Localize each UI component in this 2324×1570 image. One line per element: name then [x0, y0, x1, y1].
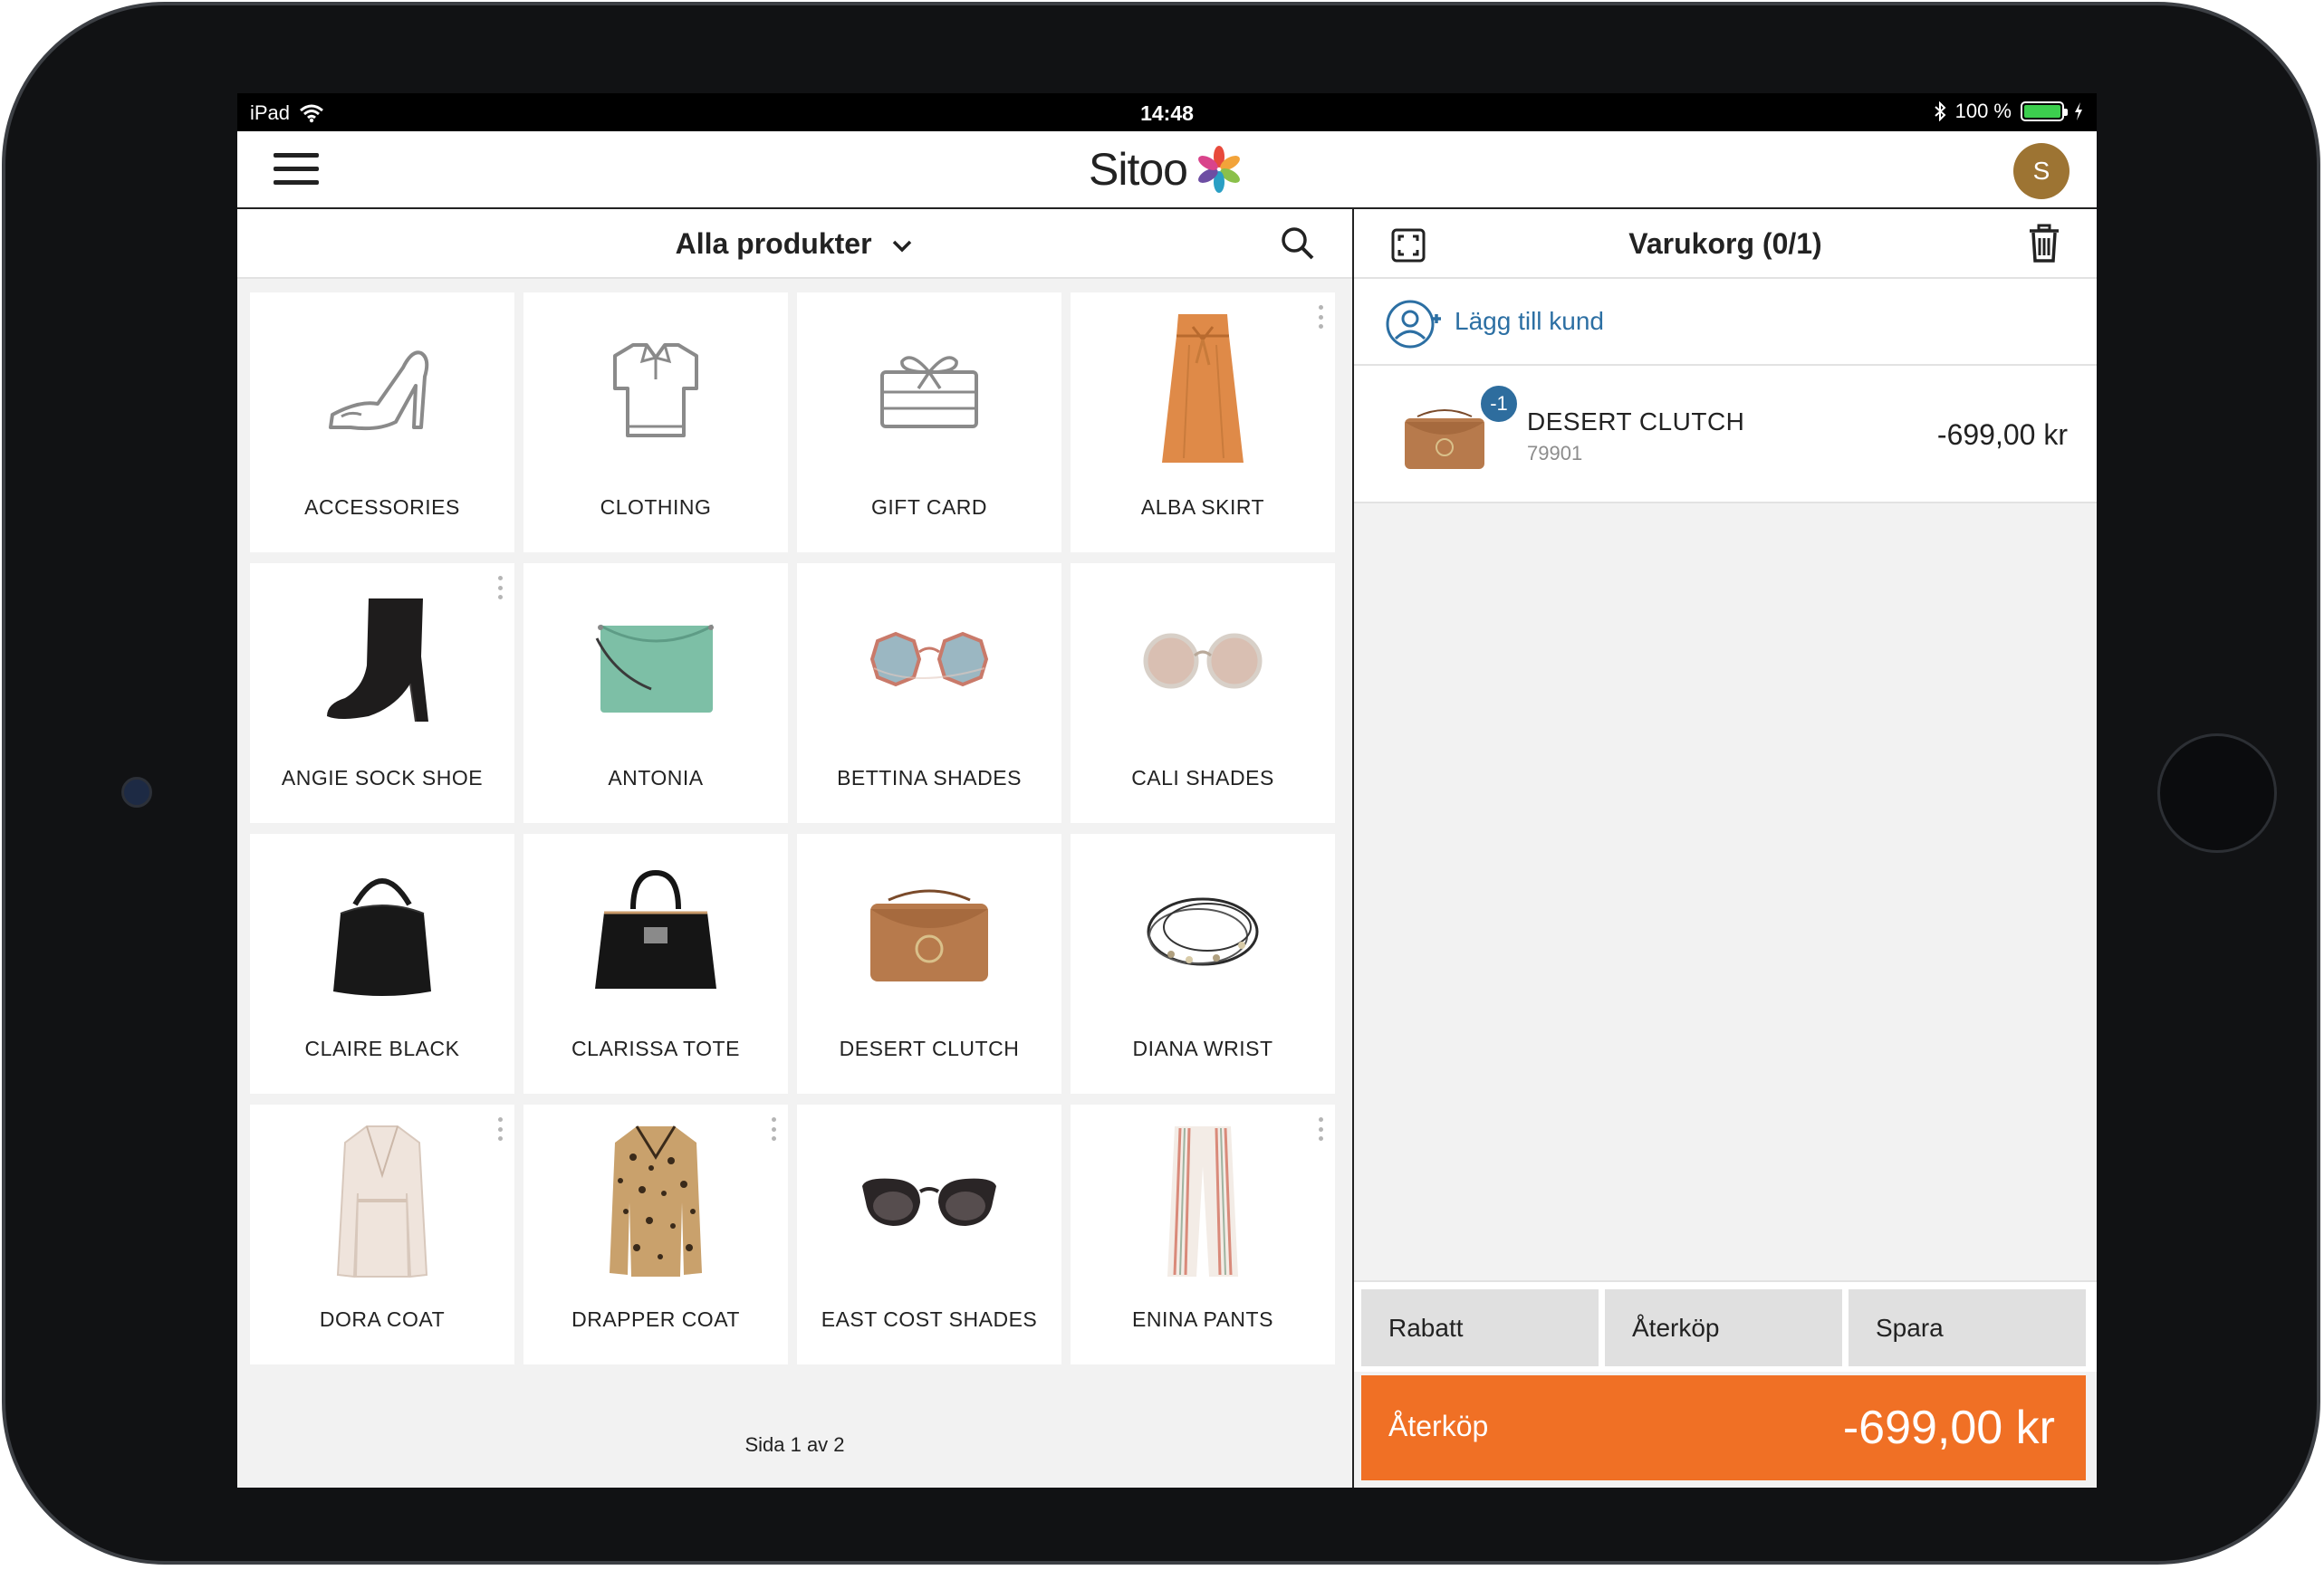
- product-label: ALBA SKIRT: [1140, 495, 1265, 519]
- product-label: BETTINA SHADES: [837, 766, 1022, 790]
- clock: 14:48: [1140, 101, 1194, 125]
- green-bag-icon: [595, 624, 714, 713]
- product-tile[interactable]: CLAIRE BLACK: [250, 834, 514, 1094]
- home-button[interactable]: [2157, 733, 2277, 853]
- cart-title: Varukorg (0/1): [1628, 227, 1822, 260]
- product-tile[interactable]: GIFT CARD: [797, 292, 1061, 552]
- boot-icon: [327, 598, 428, 723]
- add-customer-button[interactable]: Lägg till kund: [1354, 279, 2097, 366]
- chevron-down-icon: [893, 240, 912, 253]
- product-grid: ACCESSORIES CLOTHING GIFT CARD ALBA SKIR…: [250, 292, 1342, 1364]
- cart-pane: Varukorg (0/1) Lägg till kund -1 DESERT …: [1354, 209, 2097, 1488]
- cat-eye-sunglasses-icon: [862, 1178, 996, 1226]
- hobo-bag-icon: [333, 878, 431, 996]
- product-label: DIANA WRIST: [1132, 1037, 1273, 1060]
- product-tile[interactable]: ACCESSORIES: [250, 292, 514, 552]
- discount-button[interactable]: Rabatt: [1361, 1289, 1599, 1366]
- save-button[interactable]: Spara: [1849, 1289, 2086, 1366]
- discount-label: Rabatt: [1388, 1313, 1464, 1342]
- octagon-sunglasses-icon: [869, 631, 989, 687]
- charging-icon: [2075, 102, 2082, 120]
- product-label: DRAPPER COAT: [571, 1307, 740, 1331]
- product-label: CLAIRE BLACK: [304, 1037, 460, 1060]
- product-label: GIFT CARD: [870, 495, 988, 519]
- leopard-coat-icon: [610, 1125, 702, 1277]
- product-tile[interactable]: ALBA SKIRT: [1071, 292, 1335, 552]
- round-sunglasses-icon: [1143, 633, 1263, 689]
- logo: Sitoo: [1089, 142, 1245, 196]
- search-icon[interactable]: [1280, 225, 1316, 262]
- menu-icon[interactable]: [274, 153, 319, 186]
- product-label: DESERT CLUTCH: [839, 1037, 1020, 1060]
- product-tile[interactable]: ENINA PANTS: [1071, 1105, 1335, 1364]
- cart-item-price: -699,00 kr: [1936, 418, 2068, 451]
- save-label: Spara: [1876, 1313, 1944, 1342]
- gift-card-outline-icon: [880, 356, 978, 428]
- add-user-icon: [1386, 300, 1441, 349]
- product-tile[interactable]: BETTINA SHADES: [797, 563, 1061, 823]
- cart-actions: Rabatt Återköp Spara: [1354, 1280, 2097, 1372]
- product-label: CLARISSA TOTE: [571, 1037, 740, 1060]
- product-label: EAST COST SHADES: [821, 1307, 1038, 1331]
- product-label: ACCESSORIES: [304, 495, 460, 519]
- logo-text: Sitoo: [1089, 144, 1188, 195]
- product-label: CALI SHADES: [1131, 766, 1274, 790]
- product-label: ENINA PANTS: [1132, 1307, 1273, 1331]
- pagination-text: Sida 1 av 2: [744, 1433, 845, 1456]
- add-customer-label: Lägg till kund: [1455, 307, 1605, 335]
- clutch-bag-icon: [870, 889, 988, 981]
- trash-icon[interactable]: [2028, 224, 2060, 263]
- shoe-outline-icon: [329, 350, 429, 431]
- quantity-badge: -1: [1479, 384, 1519, 424]
- status-bar: iPad 14:48 100 %: [237, 93, 2097, 131]
- cart-header: Varukorg (0/1): [1354, 209, 2097, 279]
- striped-pants-icon: [1167, 1126, 1238, 1277]
- battery-percent: 100 %: [1954, 100, 2012, 122]
- product-label: CLOTHING: [600, 495, 712, 519]
- cart-item-name: DESERT CLUTCH: [1527, 407, 1745, 436]
- tote-bag-icon: [595, 869, 716, 989]
- bracelet-icon: [1147, 897, 1259, 966]
- product-tile[interactable]: DIANA WRIST: [1071, 834, 1335, 1094]
- product-label: ANTONIA: [608, 766, 704, 790]
- product-label: ANGIE SOCK SHOE: [281, 766, 484, 790]
- return-label: Återköp: [1632, 1313, 1720, 1342]
- shirt-outline-icon: [613, 343, 698, 437]
- return-button[interactable]: Återköp: [1605, 1289, 1842, 1366]
- avatar[interactable]: S: [2013, 143, 2070, 199]
- white-coat-icon: [336, 1125, 428, 1278]
- category-selector[interactable]: Alla produkter: [237, 227, 1352, 261]
- cart-item-sku: 79901: [1527, 442, 1583, 464]
- category-header: Alla produkter: [237, 209, 1352, 279]
- checkout-button[interactable]: Återköp -699,00 kr: [1361, 1375, 2086, 1480]
- product-tile[interactable]: CLARISSA TOTE: [523, 834, 788, 1094]
- screen: iPad 14:48 100 % Sitoo S Alla produkter …: [237, 93, 2097, 1488]
- ipad-frame: iPad 14:48 100 % Sitoo S Alla produkter …: [2, 2, 2320, 1565]
- camera: [121, 777, 152, 808]
- product-tile[interactable]: DORA COAT: [250, 1105, 514, 1364]
- battery-icon: [2021, 101, 2068, 121]
- product-label: DORA COAT: [319, 1307, 446, 1331]
- product-tile[interactable]: ANTONIA: [523, 563, 788, 823]
- top-bar: Sitoo S: [237, 131, 2097, 209]
- product-tile[interactable]: ANGIE SOCK SHOE: [250, 563, 514, 823]
- cart-item[interactable]: -1 DESERT CLUTCH 79901 -699,00 kr: [1354, 366, 2097, 503]
- product-tile[interactable]: CLOTHING: [523, 292, 788, 552]
- product-tile[interactable]: EAST COST SHADES: [797, 1105, 1061, 1364]
- checkout-label: Återköp: [1388, 1410, 1489, 1442]
- product-tile[interactable]: CALI SHADES: [1071, 563, 1335, 823]
- logo-flower-icon: [1198, 146, 1240, 193]
- checkout-amount: -699,00 kr: [1842, 1402, 2055, 1454]
- category-title: Alla produkter: [675, 227, 872, 260]
- product-tile[interactable]: DRAPPER COAT: [523, 1105, 788, 1364]
- product-tile[interactable]: DESERT CLUTCH: [797, 834, 1061, 1094]
- bluetooth-icon: [1934, 101, 1946, 121]
- clutch-bag-icon: [1405, 409, 1484, 469]
- product-pane: Alla produkter ACCESSORIES CLOTHING GIFT…: [237, 209, 1354, 1488]
- skirt-icon: [1162, 314, 1244, 463]
